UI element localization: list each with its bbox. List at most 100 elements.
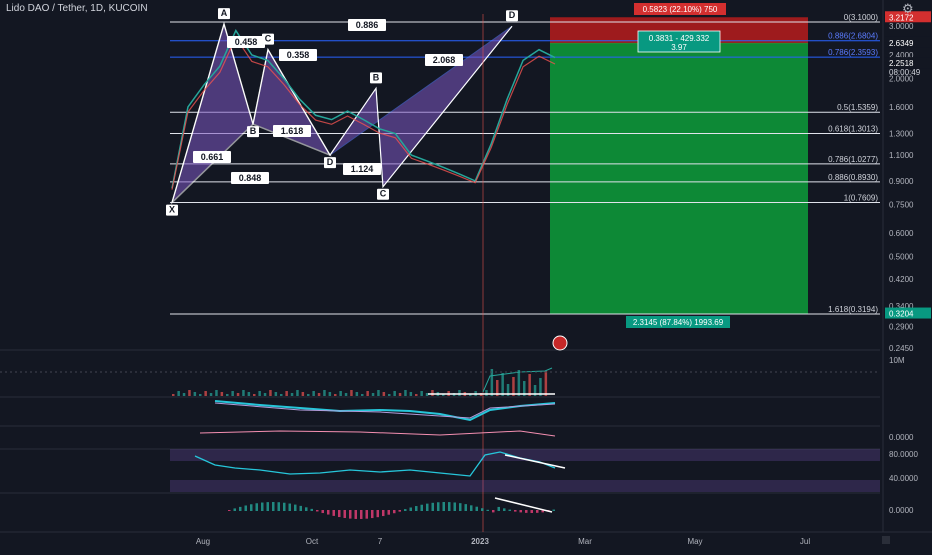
volume-bar xyxy=(377,390,380,396)
entry-label-qty: 3.97 xyxy=(671,43,687,52)
ratio-label: 0.661 xyxy=(201,152,224,162)
volume-bar xyxy=(215,390,218,396)
price-axis-tick: 0.2450 xyxy=(889,344,914,353)
volume-bar xyxy=(382,392,386,396)
volume-bar xyxy=(285,391,288,396)
price-axis-tick: 1.1000 xyxy=(889,151,914,160)
volume-bar xyxy=(204,391,207,396)
price-axis-tick: 3.0000 xyxy=(889,22,914,31)
ratio-label: 0.458 xyxy=(235,37,258,47)
macd-bar xyxy=(525,510,528,513)
macd-bar xyxy=(332,510,335,516)
pattern-point-label: A xyxy=(221,8,228,18)
volume-bar xyxy=(388,394,391,396)
macd-bar xyxy=(316,510,319,512)
macd-axis-label: 0.0000 xyxy=(889,506,914,515)
price-axis-tick: 0.7500 xyxy=(889,200,914,209)
macd-bar xyxy=(272,502,275,511)
ratio-label: 1.618 xyxy=(281,126,304,136)
target-label: 2.3145 (87.84%) 1993.69 xyxy=(633,318,724,327)
price-chart[interactable]: 0(3.1000) 0.886(2.6804) 0.786(2.3593) 0.5(1… xyxy=(0,0,932,550)
volume-bar xyxy=(247,392,251,396)
macd-bar xyxy=(503,508,506,511)
gear-icon[interactable]: ⚙ xyxy=(902,1,914,17)
macd-bar xyxy=(233,508,236,511)
volume-bar xyxy=(317,393,321,396)
volume-bar xyxy=(512,377,515,396)
volume-bar xyxy=(269,390,272,396)
volume-bar xyxy=(393,391,396,396)
macd-bar xyxy=(244,505,247,511)
volume-bar xyxy=(188,390,191,396)
macd-bar xyxy=(365,510,368,519)
volume-bar xyxy=(431,390,434,396)
macd-bar xyxy=(239,506,242,511)
macd-bar xyxy=(371,510,374,519)
volume-bar xyxy=(172,394,175,396)
price-axis-tick: 0.2900 xyxy=(889,322,914,331)
macd-bar xyxy=(536,510,539,513)
volume-bar xyxy=(231,391,234,396)
ratio-label: 0.886 xyxy=(356,20,379,30)
pattern-point-label: D xyxy=(327,157,334,167)
volume-bar xyxy=(490,369,494,396)
time-axis-label: Aug xyxy=(196,537,210,546)
macd-bar xyxy=(283,502,286,511)
volume-bar xyxy=(425,393,429,396)
volume-bar xyxy=(312,391,315,396)
macd-bar xyxy=(453,502,456,511)
ratio-label: 2.068 xyxy=(433,55,456,65)
take-profit-zone xyxy=(550,42,808,314)
macd-bar xyxy=(514,510,517,512)
chart-title: Lido DAO / Tether, 1D, KUCOIN xyxy=(6,3,148,14)
volume-bar xyxy=(415,394,418,396)
price-axis-tick: 0.9000 xyxy=(889,177,914,186)
oscillator-sub-line xyxy=(199,430,556,437)
volume-bar xyxy=(236,393,240,396)
entry-label: 0.3831 - 429.332 xyxy=(649,34,710,43)
volume-bar xyxy=(528,374,531,396)
volume-bar xyxy=(334,394,337,396)
volume-axis-label: 10M xyxy=(889,356,905,365)
oscillator-line xyxy=(214,400,556,422)
macd-bar xyxy=(393,510,396,514)
volume-bar xyxy=(242,390,245,396)
volume-bar xyxy=(420,391,423,396)
macd-bar xyxy=(349,510,352,519)
price-axis-tick: 1.3000 xyxy=(889,130,914,139)
macd-bar xyxy=(255,503,258,511)
volume-bar xyxy=(263,393,267,396)
pattern-point-label: C xyxy=(265,34,272,44)
macd-bar xyxy=(266,502,269,511)
oscillator-axis-label: 0.0000 xyxy=(889,433,914,442)
fib-level-label: 1.618(0.3194) xyxy=(828,305,878,314)
volume-bar xyxy=(290,393,294,396)
volume-bar xyxy=(209,393,213,396)
macd-bar xyxy=(437,502,440,511)
volume-bar xyxy=(398,393,402,396)
ratio-label: 0.848 xyxy=(239,173,262,183)
macd-bar xyxy=(497,506,500,511)
volume-bar xyxy=(366,391,369,396)
macd-bar xyxy=(426,503,429,511)
price-axis-tick: 0.5000 xyxy=(889,252,914,261)
volume-bar xyxy=(301,392,305,396)
scroll-handle xyxy=(882,536,890,544)
fib-level-label: 0.886(2.6804) xyxy=(828,32,878,41)
chart-area[interactable]: 0(3.1000) 0.886(2.6804) 0.786(2.3593) 0.5(1… xyxy=(0,0,932,550)
macd-bar xyxy=(404,509,407,511)
macd-bar xyxy=(508,509,511,511)
volume-bar xyxy=(274,392,278,396)
fib-level-label: 0.886(0.8930) xyxy=(828,173,878,182)
volume-bar xyxy=(193,392,197,396)
ratio-label: 1.124 xyxy=(351,164,374,174)
macd-bar xyxy=(459,503,462,511)
time-axis-label: 2023 xyxy=(471,537,489,546)
volume-bar xyxy=(404,390,407,396)
fib-level-label: 0(3.1000) xyxy=(844,13,879,22)
volume-bar xyxy=(361,394,364,396)
time-axis-label: Mar xyxy=(578,537,592,546)
macd-bar xyxy=(261,502,264,511)
macd-bar xyxy=(481,508,484,511)
pattern-point-label: C xyxy=(380,189,387,199)
